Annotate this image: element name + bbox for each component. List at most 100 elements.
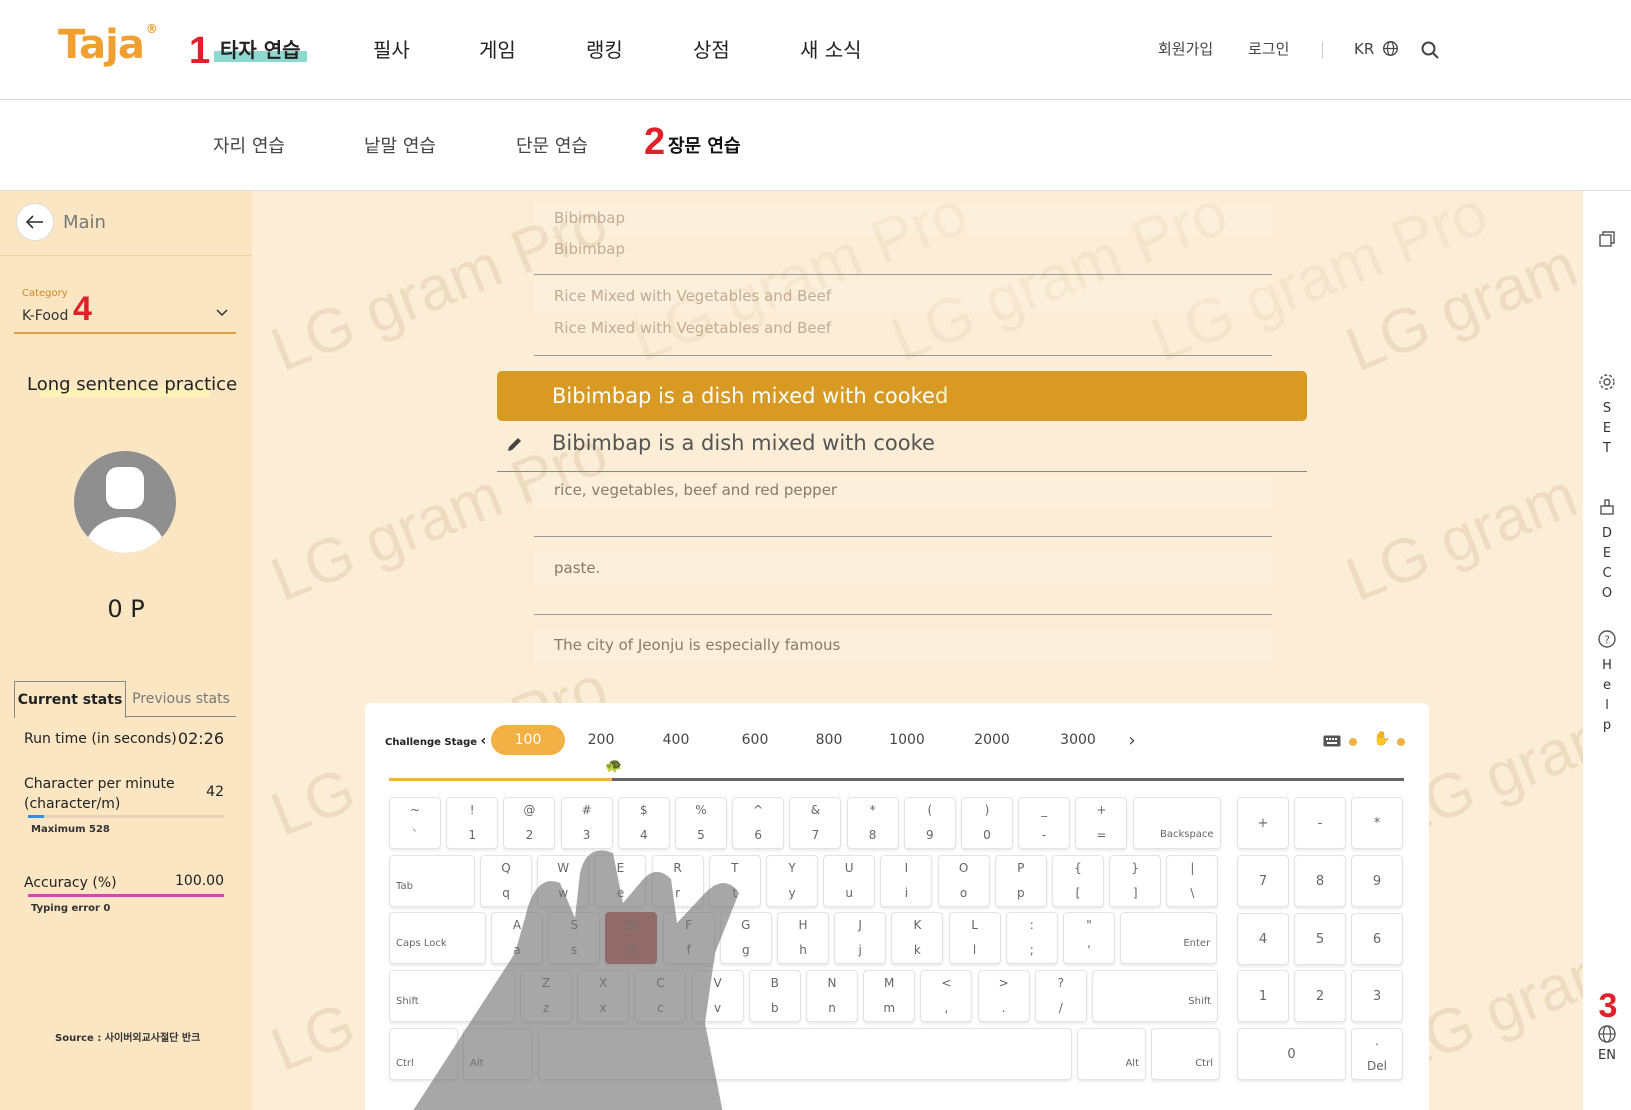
key-s[interactable]: Ss bbox=[548, 912, 601, 964]
key-z[interactable]: Zz bbox=[520, 970, 572, 1022]
key-l[interactable]: Ll bbox=[948, 912, 1001, 964]
stage-button[interactable]: 400 bbox=[656, 725, 696, 755]
nav-ranking[interactable]: 랭킹 bbox=[586, 34, 623, 63]
key-8[interactable]: * 8 bbox=[846, 797, 899, 849]
key-e[interactable]: Ee bbox=[594, 855, 647, 907]
numpad-key-2[interactable]: * bbox=[1351, 797, 1403, 849]
back-button[interactable] bbox=[16, 203, 54, 241]
numpad-key-del[interactable]: . Del bbox=[1351, 1028, 1403, 1080]
key-t[interactable]: Tt bbox=[708, 855, 761, 907]
tab-current-stats[interactable]: Current stats bbox=[14, 681, 126, 718]
category-select[interactable]: K-Food bbox=[22, 308, 68, 324]
keyboard-icon[interactable] bbox=[1323, 735, 1341, 747]
nav-typing-practice[interactable]: 타자 연습 bbox=[214, 34, 307, 63]
subnav-short-practice[interactable]: 단문 연습 bbox=[516, 132, 588, 158]
nav-game[interactable]: 게임 bbox=[479, 34, 516, 63]
key-r[interactable]: Rr bbox=[651, 855, 704, 907]
key-k[interactable]: Kk bbox=[891, 912, 944, 964]
numpad-key-1[interactable]: - bbox=[1294, 797, 1346, 849]
key-shift-right[interactable]: Shift bbox=[1092, 970, 1218, 1022]
key-m[interactable]: Mm bbox=[863, 970, 916, 1022]
subnav-word-practice[interactable]: 낱말 연습 bbox=[364, 132, 436, 158]
key-][interactable]: }] bbox=[1109, 855, 1162, 907]
signup-link[interactable]: 회원가입 bbox=[1158, 38, 1213, 59]
key-/[interactable]: ? / bbox=[1034, 970, 1087, 1022]
stage-button[interactable]: 100 bbox=[491, 725, 565, 755]
key-space[interactable] bbox=[538, 1028, 1072, 1080]
key-3[interactable]: #3 bbox=[560, 797, 613, 849]
numpad-key-7[interactable]: 7 bbox=[1237, 855, 1289, 907]
key--[interactable]: _ - bbox=[1018, 797, 1071, 849]
numpad-key-8[interactable]: 8 bbox=[1294, 855, 1346, 907]
key-w[interactable]: Ww bbox=[537, 855, 590, 907]
login-link[interactable]: 로그인 bbox=[1248, 38, 1289, 59]
gear-icon[interactable] bbox=[1597, 372, 1617, 392]
key-y[interactable]: Yy bbox=[766, 855, 818, 907]
numpad-key-0[interactable]: + bbox=[1237, 797, 1289, 849]
key-5[interactable]: % 5 bbox=[675, 797, 727, 849]
key-backspace[interactable]: Backspace bbox=[1132, 797, 1221, 849]
subnav-position-practice[interactable]: 자리 연습 bbox=[213, 132, 285, 158]
key-alt-right[interactable]: Alt bbox=[1077, 1028, 1146, 1080]
key-capslock[interactable]: Caps Lock bbox=[389, 912, 486, 964]
key-f[interactable]: Ff bbox=[662, 912, 715, 964]
key-alt-left[interactable]: Alt bbox=[463, 1028, 532, 1080]
numpad-key-1[interactable]: 1 bbox=[1237, 970, 1289, 1022]
stage-button[interactable]: 800 bbox=[809, 725, 849, 755]
chevron-down-icon[interactable] bbox=[215, 305, 229, 319]
stage-button[interactable]: 200 bbox=[581, 725, 621, 755]
rail-deco-label[interactable]: DECO bbox=[1583, 524, 1631, 604]
nav-shop[interactable]: 상점 bbox=[693, 34, 730, 63]
nav-news[interactable]: 새 소식 bbox=[800, 34, 862, 63]
key-.[interactable]: >. bbox=[977, 970, 1030, 1022]
key-d[interactable]: Dd bbox=[605, 912, 658, 964]
key-c[interactable]: Cc bbox=[634, 970, 687, 1022]
key-p[interactable]: Pp bbox=[994, 855, 1047, 907]
back-label[interactable]: Main bbox=[63, 212, 106, 233]
rail-set-label[interactable]: SET bbox=[1583, 399, 1631, 459]
key-x[interactable]: Xx bbox=[577, 970, 630, 1022]
key-b[interactable]: Bb bbox=[748, 970, 801, 1022]
key-2[interactable]: @2 bbox=[503, 797, 556, 849]
rail-language-label[interactable]: EN bbox=[1583, 1046, 1631, 1066]
key-ctrl-left[interactable]: Ctrl bbox=[389, 1028, 458, 1080]
key-1[interactable]: ! 1 bbox=[446, 797, 499, 849]
key-tab[interactable]: Tab bbox=[389, 855, 475, 907]
stage-button[interactable]: 2000 bbox=[967, 725, 1017, 755]
paint-brush-icon[interactable] bbox=[1597, 497, 1617, 517]
key-,[interactable]: <, bbox=[920, 970, 973, 1022]
key-q[interactable]: Qq bbox=[480, 855, 532, 907]
nav-transcribe[interactable]: 필사 bbox=[373, 34, 410, 63]
key-i[interactable]: Ii bbox=[880, 855, 933, 907]
key-shift-left[interactable]: Shift bbox=[389, 970, 515, 1022]
typing-input[interactable]: Bibimbap is a dish mixed with cooke bbox=[552, 431, 935, 455]
window-icon[interactable] bbox=[1597, 229, 1617, 249]
rail-help-label[interactable]: Help bbox=[1583, 656, 1631, 736]
key-v[interactable]: Vv bbox=[691, 970, 744, 1022]
key-a[interactable]: Aa bbox=[491, 912, 543, 964]
numpad-key-6[interactable]: 6 bbox=[1351, 912, 1403, 965]
stage-button[interactable]: 1000 bbox=[882, 725, 932, 755]
stage-button[interactable]: 600 bbox=[735, 725, 775, 755]
next-stage-icon[interactable]: › bbox=[1117, 725, 1147, 755]
taja-logo[interactable]: Taja ® bbox=[58, 22, 158, 68]
key-n[interactable]: Nn bbox=[806, 970, 858, 1022]
globe-icon[interactable] bbox=[1597, 1024, 1617, 1044]
key-6[interactable]: ^ 6 bbox=[732, 797, 785, 849]
key-4[interactable]: $4 bbox=[617, 797, 670, 849]
numpad-key-4[interactable]: 4 bbox=[1237, 912, 1289, 965]
numpad-key-9[interactable]: 9 bbox=[1351, 855, 1403, 907]
help-icon[interactable]: ? bbox=[1597, 629, 1617, 649]
key-;[interactable]: :; bbox=[1005, 912, 1058, 964]
key-h[interactable]: Hh bbox=[777, 912, 829, 964]
numpad-key-2[interactable]: 2 bbox=[1294, 970, 1346, 1022]
key-9[interactable]: (9 bbox=[903, 797, 956, 849]
prev-stage-icon[interactable]: ‹ bbox=[481, 733, 487, 749]
subnav-long-practice[interactable]: 장문 연습 bbox=[668, 132, 741, 158]
tab-previous-stats[interactable]: Previous stats bbox=[126, 681, 236, 717]
key-g[interactable]: Gg bbox=[719, 912, 772, 964]
numpad-key-3[interactable]: 3 bbox=[1351, 970, 1403, 1022]
key-j[interactable]: Jj bbox=[834, 912, 887, 964]
key-ctrl-right[interactable]: Ctrl bbox=[1151, 1028, 1220, 1080]
key-7[interactable]: & 7 bbox=[789, 797, 842, 849]
